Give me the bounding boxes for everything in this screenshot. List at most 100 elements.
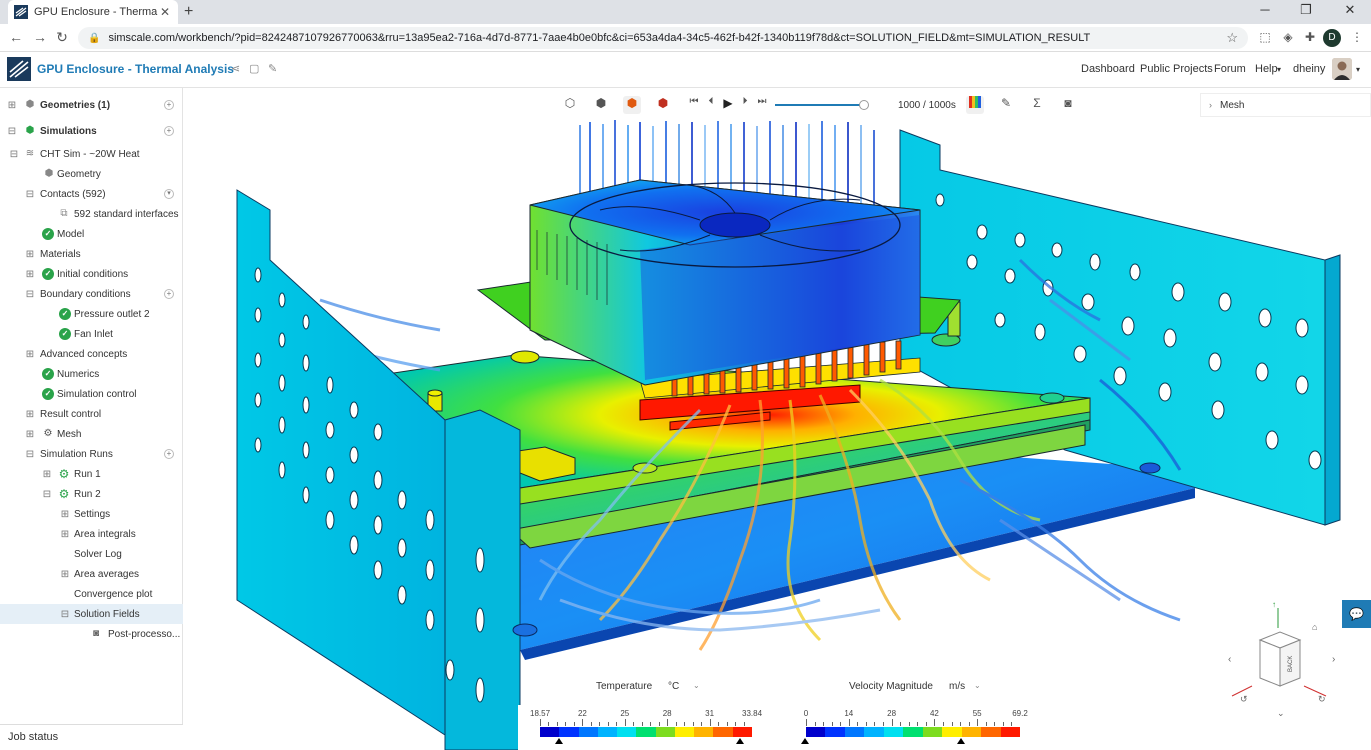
tree-run-1[interactable]: ⊞ ⚙ Run 1	[0, 464, 183, 484]
temperature-unit-select[interactable]: °C	[668, 681, 679, 692]
tree-initial-conditions[interactable]: ⊞ ✓ Initial conditions	[0, 264, 183, 284]
expand-icon[interactable]: ⊞	[25, 349, 35, 360]
tree-simulations[interactable]: ⊟ ⬢ Simulations +	[0, 121, 183, 141]
nav-dashboard[interactable]: Dashboard	[1081, 63, 1135, 75]
chevron-down-icon[interactable]: ⌄	[974, 681, 981, 690]
tree-boundary-conditions[interactable]: ⊟ Boundary conditions +	[0, 284, 183, 304]
share-icon[interactable]: ⋖	[231, 62, 240, 75]
tree-model[interactable]: ✓ Model	[0, 224, 183, 244]
time-slider-track[interactable]	[775, 104, 865, 106]
nav-user[interactable]: dheiny	[1293, 63, 1325, 75]
tree-contacts[interactable]: ⊟ Contacts (592) ▾	[0, 184, 183, 204]
velocity-min-marker[interactable]	[801, 738, 809, 744]
nav-public-projects[interactable]: Public Projects	[1140, 63, 1213, 75]
wireframe-cube-icon[interactable]: ⬡	[561, 96, 579, 114]
tree-solver-log[interactable]: Solver Log	[0, 544, 183, 564]
legend-icon[interactable]	[966, 96, 984, 114]
expand-icon[interactable]: ⊞	[60, 569, 70, 580]
mesh-panel[interactable]: › Mesh	[1200, 93, 1371, 117]
expand-icon[interactable]: ⊞	[60, 529, 70, 540]
minimize-icon[interactable]: ─	[1250, 2, 1280, 17]
add-boundary-condition-icon[interactable]: +	[164, 289, 174, 299]
camera-icon[interactable]: ◙	[1059, 96, 1077, 114]
3d-viewport[interactable]	[184, 88, 1371, 750]
profile-avatar[interactable]: D	[1323, 29, 1341, 47]
puzzle-icon[interactable]: ✚	[1302, 30, 1318, 46]
expand-icon[interactable]: ⊞	[7, 100, 17, 111]
job-status-panel[interactable]: Job status	[0, 724, 183, 750]
skip-end-icon[interactable]: ⏭	[753, 96, 771, 114]
contacts-filter-icon[interactable]: ▾	[164, 189, 174, 199]
tree-mesh[interactable]: ⊞ ⚙ Mesh	[0, 424, 183, 444]
surface-cube-icon[interactable]: ⬢	[623, 96, 641, 114]
collapse-icon[interactable]: ⊟	[25, 189, 35, 200]
new-tab-icon[interactable]: +	[184, 3, 193, 21]
close-tab-icon[interactable]: ✕	[158, 5, 172, 19]
tree-area-averages[interactable]: ⊞ Area averages	[0, 564, 183, 584]
tree-result-control[interactable]: ⊞ Result control	[0, 404, 183, 424]
extension-badge-icon[interactable]: ◈	[1280, 30, 1296, 46]
forward-icon[interactable]: →	[30, 29, 50, 45]
view-cube[interactable]: ↑ BACK ‹ › ⌄ ⌂ ↺ ↻	[1222, 598, 1340, 718]
nav-forum[interactable]: Forum	[1214, 63, 1246, 75]
tree-pressure-outlet[interactable]: ✓ Pressure outlet 2	[0, 304, 183, 324]
time-slider-handle[interactable]	[859, 100, 869, 110]
collapse-icon[interactable]: ⊟	[60, 609, 70, 620]
tree-sim-cht[interactable]: ⊟ ≋ CHT Sim - ~20W Heat	[0, 144, 183, 164]
chevron-down-icon[interactable]: ⌄	[693, 681, 700, 690]
help-chevron-icon[interactable]: ▾	[1277, 65, 1281, 74]
tree-run-2[interactable]: ⊟ ⚙ Run 2	[0, 484, 183, 504]
chevron-right-icon[interactable]: ›	[1209, 100, 1212, 110]
user-menu-chevron-icon[interactable]: ▾	[1356, 65, 1360, 74]
browser-tab[interactable]: GPU Enclosure - Thermal Analysis ✕	[8, 0, 178, 24]
add-geometry-icon[interactable]: +	[164, 100, 174, 110]
user-avatar[interactable]	[1332, 58, 1352, 80]
edit-icon[interactable]: ✎	[268, 62, 277, 75]
reload-icon[interactable]: ↻	[52, 29, 72, 46]
collapse-icon[interactable]: ⊟	[7, 126, 17, 137]
maximize-icon[interactable]: ❐	[1291, 2, 1321, 18]
skip-start-icon[interactable]: ⏮	[685, 96, 703, 114]
play-icon[interactable]: ▶	[719, 96, 737, 114]
tree-simulation-runs[interactable]: ⊟ Simulation Runs +	[0, 444, 183, 464]
extension-icon[interactable]: ⬚	[1257, 30, 1273, 46]
tree-geometry[interactable]: ⬢ Geometry	[0, 164, 183, 184]
sigma-icon[interactable]: Σ	[1028, 96, 1046, 114]
velocity-max-marker[interactable]	[957, 738, 965, 744]
url-field[interactable]: 🔒 simscale.com/workbench/?pid=8242487107…	[78, 27, 1248, 49]
step-forward-icon[interactable]: ⏵	[736, 96, 754, 114]
temperature-min-marker[interactable]	[555, 738, 563, 744]
expand-icon[interactable]: ⊞	[60, 509, 70, 520]
colored-cube-icon[interactable]: ⬢	[654, 96, 672, 114]
add-run-icon[interactable]: +	[164, 449, 174, 459]
brush-icon[interactable]: ✎	[997, 96, 1015, 114]
window-close-icon[interactable]: ✕	[1335, 2, 1365, 18]
expand-icon[interactable]: ⊞	[25, 249, 35, 260]
expand-icon[interactable]: ⊞	[25, 269, 35, 280]
solid-cube-icon[interactable]: ⬢	[592, 96, 610, 114]
temperature-max-marker[interactable]	[736, 738, 744, 744]
expand-icon[interactable]: ⊞	[42, 469, 52, 480]
collapse-icon[interactable]: ⊟	[42, 489, 52, 500]
tree-standard-interfaces[interactable]: ⧉ 592 standard interfaces	[0, 204, 183, 224]
tree-convergence-plot[interactable]: Convergence plot	[0, 584, 183, 604]
tree-post-processor[interactable]: ◙ Post-processo...	[0, 624, 183, 644]
nav-help[interactable]: Help	[1255, 63, 1278, 75]
tree-fan-inlet[interactable]: ✓ Fan Inlet	[0, 324, 183, 344]
add-simulation-icon[interactable]: +	[164, 126, 174, 136]
back-icon[interactable]: ←	[6, 29, 26, 45]
tree-solution-fields[interactable]: ⊟ Solution Fields	[0, 604, 183, 624]
simscale-logo-icon[interactable]	[7, 57, 31, 81]
tree-numerics[interactable]: ✓ Numerics	[0, 364, 183, 384]
chat-button[interactable]: 💬	[1342, 600, 1371, 628]
cfd-result-render[interactable]	[184, 88, 1371, 750]
tree-materials[interactable]: ⊞ Materials	[0, 244, 183, 264]
collapse-icon[interactable]: ⊟	[25, 289, 35, 300]
tree-area-integrals[interactable]: ⊞ Area integrals	[0, 524, 183, 544]
browser-menu-icon[interactable]: ⋮	[1349, 30, 1365, 46]
tree-advanced-concepts[interactable]: ⊞ Advanced concepts	[0, 344, 183, 364]
tree-settings[interactable]: ⊞ Settings	[0, 504, 183, 524]
expand-icon[interactable]: ⊞	[25, 429, 35, 440]
copy-icon[interactable]: ▢	[249, 62, 259, 75]
step-back-icon[interactable]: ⏴	[702, 96, 720, 114]
